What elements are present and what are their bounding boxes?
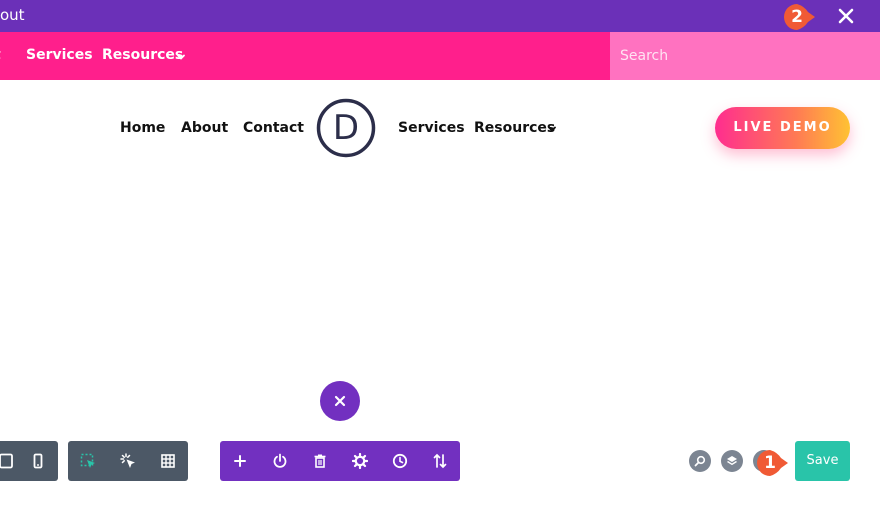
tablet-icon xyxy=(0,453,13,469)
hover-mode-button[interactable] xyxy=(68,441,108,481)
builder-title: out xyxy=(0,6,25,24)
clear-layout-button[interactable] xyxy=(300,441,340,481)
logo-letter: D xyxy=(332,108,360,148)
close-icon xyxy=(334,395,346,407)
add-button[interactable] xyxy=(220,441,260,481)
history-button[interactable] xyxy=(380,441,420,481)
nav-item-services[interactable]: Services xyxy=(398,120,465,136)
phone-icon xyxy=(33,453,43,469)
portability-button[interactable] xyxy=(420,441,460,481)
page-settings-button[interactable] xyxy=(340,441,380,481)
layers-button[interactable] xyxy=(721,450,743,472)
search-input[interactable] xyxy=(610,32,880,80)
phone-view-button[interactable] xyxy=(18,441,58,481)
badge-number: 1 xyxy=(764,453,776,473)
annotation-badge-1: 1 xyxy=(755,448,789,478)
search-icon xyxy=(694,455,706,467)
close-builder-button[interactable] xyxy=(836,6,856,26)
live-demo-button[interactable]: LIVE DEMO xyxy=(715,107,850,149)
layers-icon xyxy=(727,456,737,466)
builder-title-bar: out xyxy=(0,0,880,32)
site-logo[interactable]: D xyxy=(316,98,376,158)
close-settings-fab[interactable] xyxy=(320,381,360,421)
select-cursor-icon xyxy=(80,453,95,468)
click-mode-button[interactable] xyxy=(108,441,148,481)
nav-item-home[interactable]: Home xyxy=(120,120,165,136)
click-cursor-icon xyxy=(120,453,135,468)
save-button[interactable]: Save xyxy=(795,441,850,481)
interaction-mode-toolbar xyxy=(68,441,188,481)
chevron-down-icon xyxy=(177,54,185,60)
badge-number: 2 xyxy=(791,7,803,27)
plus-icon xyxy=(234,455,246,467)
view-mode-toolbar xyxy=(0,441,58,481)
chevron-down-icon xyxy=(548,126,556,132)
secondary-menu-bar: t Services Resources xyxy=(0,32,880,80)
annotation-badge-2: 2 xyxy=(782,2,816,32)
topnav-item-partial[interactable]: t xyxy=(0,47,1,63)
load-layout-button[interactable] xyxy=(260,441,300,481)
search-modules-button[interactable] xyxy=(689,450,711,472)
nav-item-contact[interactable]: Contact xyxy=(243,120,304,136)
grid-icon xyxy=(161,454,175,468)
topnav-item-resources[interactable]: Resources xyxy=(102,47,183,63)
topnav-item-services[interactable]: Services xyxy=(26,47,93,63)
nav-item-resources[interactable]: Resources xyxy=(474,120,555,136)
trash-icon xyxy=(314,454,326,468)
search-box xyxy=(610,32,880,80)
close-icon xyxy=(838,8,854,24)
gear-icon xyxy=(352,453,368,469)
grid-mode-button[interactable] xyxy=(148,441,188,481)
page-actions-toolbar xyxy=(220,441,460,481)
nav-item-about[interactable]: About xyxy=(181,120,228,136)
sort-arrows-icon xyxy=(433,453,447,469)
power-icon xyxy=(273,453,287,468)
clock-icon xyxy=(392,453,408,469)
